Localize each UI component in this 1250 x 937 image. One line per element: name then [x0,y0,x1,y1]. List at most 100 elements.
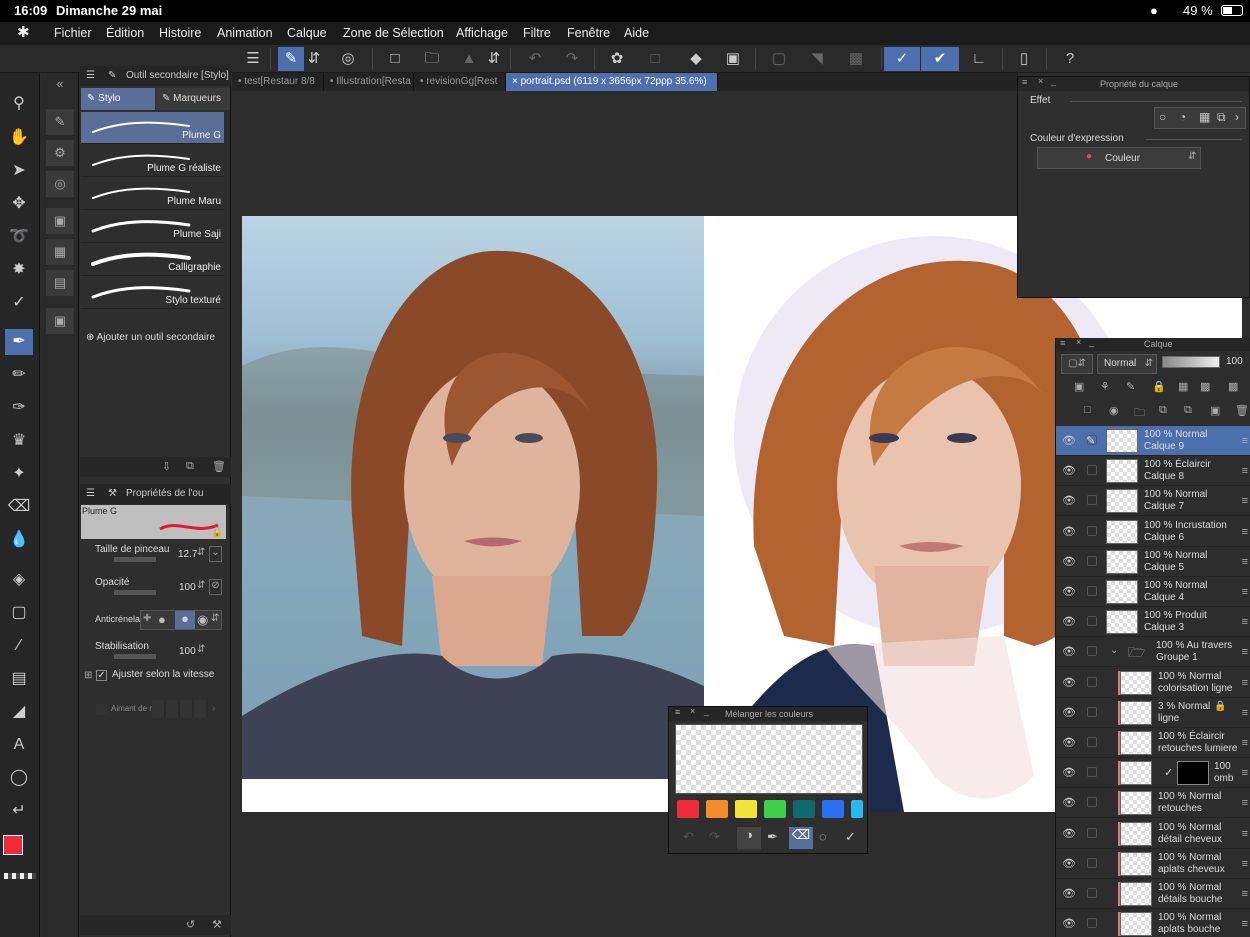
stab-slider[interactable] [114,654,156,659]
brush-icon[interactable]: ✑ [5,395,33,421]
menu-affichage[interactable]: Affichage [456,26,508,40]
pen-settings-icon[interactable]: ⚙ [46,140,74,166]
panel-menu-icon[interactable]: ☰ [86,484,95,504]
wrench-icon[interactable]: ⚒ [212,918,222,931]
brush-item[interactable]: Plume Maru [81,178,224,210]
panel-menu-icon[interactable]: ☰ [86,66,95,86]
speed-checkbox[interactable]: ✓ [96,670,107,681]
pen-icon[interactable]: ✒ [5,329,33,355]
lock-icon[interactable]: 🔓 [212,527,223,538]
layer-menu-icon[interactable]: ≡ [1242,767,1248,779]
layer-checkbox[interactable] [1087,888,1097,898]
layer-row[interactable]: 👁 100 % Incrustation Calque 6 ≡ [1056,517,1250,547]
mix-brush-icon[interactable]: ✒ [767,829,778,845]
menu-histoire[interactable]: Histoire [159,26,201,40]
expression-color-select[interactable]: ● Couleur ⇵ [1037,147,1201,169]
eye-icon[interactable]: 👁 [1062,676,1076,690]
stepper-icon[interactable]: ⇵ [197,580,205,591]
mask-2-icon[interactable]: ▩ [1228,380,1238,393]
record-icon[interactable]: ◎ [335,47,361,71]
eye-icon[interactable]: 👁 [1062,525,1076,539]
antialias-selector[interactable]: ✚ ● ● ◉ ⇵ [140,610,222,630]
stepper-icon[interactable]: ⇵ [197,644,205,655]
color-swatch[interactable] [735,800,757,818]
aa-none-icon[interactable]: ✚ [143,613,151,624]
tab-doc-4[interactable]: × portrait.psd (6119 x 3656px 72ppp 35.6… [506,73,718,91]
brush-item[interactable]: Plume Saji [81,211,224,243]
layer-menu-icon[interactable]: ≡ [1242,616,1248,628]
updown-icon[interactable]: ⇵ [307,47,321,71]
eye-icon[interactable]: 👁 [1062,555,1076,569]
layer-checkbox[interactable] [1087,586,1097,596]
opacity-value[interactable]: 100 [179,582,196,593]
layer-menu-icon[interactable]: ≡ [1242,737,1248,749]
tab-doc-1[interactable]: • test[Restaur 8/8 [232,73,324,91]
eye-icon[interactable]: 👁 [1062,887,1076,901]
brush-item[interactable]: Stylo texturé [81,277,224,309]
layer-checkbox[interactable] [1087,827,1097,838]
new-vector-layer-icon[interactable]: ◉ [1109,404,1119,417]
color-swatch[interactable] [793,800,815,818]
duplicate-icon[interactable]: ⧉ [186,460,194,473]
menu-fenetre[interactable]: Fenêtre [567,26,610,40]
menu-aide[interactable]: Aide [624,26,649,40]
layer-opacity-slider[interactable] [1162,356,1220,368]
stab-value[interactable]: 100 [179,646,196,657]
zoom-icon[interactable]: ⚲ [5,91,33,117]
border-effect-icon[interactable]: ○ [1159,110,1166,124]
layer-row[interactable]: 👁 100 % Éclaircir Calque 8 ≡ [1056,456,1250,487]
eye-icon[interactable]: 👁 [1062,434,1076,448]
gradient-icon[interactable]: ▢ [5,600,33,626]
eye-icon[interactable]: 👁 [1062,736,1076,750]
menu-calque[interactable]: Calque [287,26,327,40]
menu-zone-selection[interactable]: Zone de Sélection [343,26,444,40]
magnet-checkbox[interactable] [96,704,107,715]
close-icon[interactable]: × [690,706,695,716]
size-slider[interactable] [114,557,156,562]
layer-menu-icon[interactable]: ≡ [1242,556,1248,568]
crop-icon[interactable]: ▩ [843,47,869,71]
layer-menu-icon[interactable]: ≡ [1242,888,1248,900]
minimize-icon[interactable]: _ [1051,76,1056,86]
menu-fichier[interactable]: Fichier [54,26,92,40]
panel-menu-icon[interactable]: ≡ [1060,338,1065,348]
panel-icon-4[interactable]: ▣ [46,308,74,334]
tab-doc-2[interactable]: • Illustration[Resta [324,73,414,91]
ruler-icon[interactable]: ◢ [5,699,33,725]
brush-item[interactable]: Plume G [81,112,224,144]
brush-item[interactable]: Plume G réaliste [81,145,224,177]
layer-menu-icon[interactable]: ≡ [1242,465,1248,477]
fill-bucket-icon[interactable]: ◈ [5,567,33,593]
pencil-icon[interactable]: ✏ [5,362,33,388]
layer-row[interactable]: 👁 100 % Produit Calque 3 ≡ [1056,607,1250,638]
lock-icon[interactable]: 🔒 [1214,701,1226,712]
layer-menu-icon[interactable]: ≡ [1242,828,1248,840]
blend-drops-icon[interactable]: ◌ [819,829,827,844]
airbrush-icon[interactable]: ♛ [5,428,33,454]
layer-row[interactable]: 👁 100 % Normal aplats cheveux ≡ [1056,849,1250,879]
clear-outside-icon[interactable]: ◥ [804,47,830,71]
layer-mask-icon[interactable]: ▣ [1210,404,1220,417]
updown-icon[interactable]: ⇵ [487,47,501,71]
minimize-icon[interactable]: _ [1089,337,1094,347]
layer-row[interactable]: 👁 ✓ 100 omb ≡ [1056,758,1250,789]
add-subtool-button[interactable]: ⊕ Ajouter un outil secondaire [86,332,215,343]
layer-checkbox[interactable] [1087,676,1097,687]
panel-icon-1[interactable]: ▣ [46,208,74,234]
opacity-pressure-icon[interactable]: ⊘ [209,579,222,595]
eye-icon[interactable]: 👁 [1062,585,1076,599]
menu-filtre[interactable]: Filtre [523,26,551,40]
transform-icon[interactable]: ▣ [720,47,746,71]
combine-icon[interactable]: ⧉ [1184,404,1192,417]
layer-row[interactable]: 👁 100 % Normal détail cheveux ≡ [1056,819,1250,849]
collapse-icon[interactable]: « [46,71,74,97]
tone-effect-icon[interactable]: ▦ [1199,110,1210,124]
mix-eraser-icon[interactable]: ⌫ [789,827,813,849]
opacity-slider[interactable] [114,590,156,595]
layer-menu-icon[interactable]: ≡ [1242,646,1248,658]
grid-snap-icon[interactable]: ∟ [966,47,992,71]
decoration-icon[interactable]: ✦ [5,461,33,487]
correct-line-icon[interactable]: ↵ [5,798,33,824]
layer-checkbox[interactable] [1087,737,1097,747]
layer-checkbox[interactable] [1087,525,1097,536]
